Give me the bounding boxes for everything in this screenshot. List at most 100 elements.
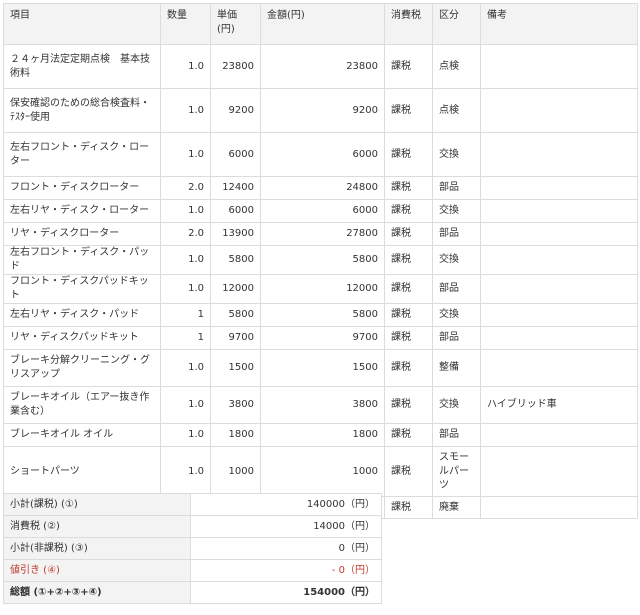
table-row: 左右リヤ・ディスク・ローター 1.0 6000 6000 課税 交換 xyxy=(3,199,638,223)
row-note xyxy=(480,222,638,246)
row-tax-type: 課税 xyxy=(384,423,433,447)
row-unit-price: 9700 xyxy=(210,326,261,350)
summary-value: 140000（円） xyxy=(190,493,382,516)
row-category: 廃棄 xyxy=(432,496,481,519)
row-amount: 9700 xyxy=(260,326,385,350)
row-unit-price: 23800 xyxy=(210,44,261,89)
summary-table: 小計(課税) (①) 140000（円） 消費税 (②) 14000（円） 小計(非課税… xyxy=(3,493,382,604)
row-note xyxy=(480,132,638,177)
row-item-name: ブレーキオイル オイル xyxy=(3,423,161,447)
table-row: リヤ・ディスクパッドキット 1 9700 9700 課税 部品 xyxy=(3,326,638,350)
row-unit-price: 9200 xyxy=(210,88,261,133)
row-unit-price: 1800 xyxy=(210,423,261,447)
row-quantity: 1.0 xyxy=(160,349,211,387)
summary-row: 小計(課税) (①) 140000（円） xyxy=(3,493,382,516)
summary-label: 値引き (④) xyxy=(3,559,191,582)
row-quantity: 1.0 xyxy=(160,44,211,89)
row-unit-price: 6000 xyxy=(210,132,261,177)
row-tax-type: 課税 xyxy=(384,132,433,177)
summary-row: 消費税 (②) 14000（円） xyxy=(3,515,382,538)
row-tax-type: 課税 xyxy=(384,303,433,327)
row-quantity: 1.0 xyxy=(160,88,211,133)
row-amount: 9200 xyxy=(260,88,385,133)
row-category: 交換 xyxy=(432,199,481,223)
row-tax-type: 課税 xyxy=(384,496,433,519)
row-amount: 5800 xyxy=(260,245,385,275)
table-row: ２４ヶ月法定定期点検 基本技術料 1.0 23800 23800 課税 点検 xyxy=(3,44,638,89)
row-tax-type: 課税 xyxy=(384,176,433,200)
row-item-name: ブレーキ分解クリーニング・グリスアップ xyxy=(3,349,161,387)
row-note xyxy=(480,199,638,223)
row-quantity: 1.0 xyxy=(160,274,211,304)
col-header-item: 項目 xyxy=(3,3,161,45)
row-quantity: 1.0 xyxy=(160,132,211,177)
table-row: リヤ・ディスクローター 2.0 13900 27800 課税 部品 xyxy=(3,222,638,246)
row-unit-price: 3800 xyxy=(210,386,261,424)
row-category: 部品 xyxy=(432,222,481,246)
summary-label: 小計(非課税) (③) xyxy=(3,537,191,560)
table-row: ショートパーツ 1.0 1000 1000 課税 スモールパーツ xyxy=(3,446,638,497)
table-row: ブレーキオイル（エアー抜き作業含む） 1.0 3800 3800 課税 交換 ハイブリッド車 xyxy=(3,386,638,424)
col-header-quantity: 数量 xyxy=(160,3,211,45)
row-item-name: 左右フロント・ディスク・ローター xyxy=(3,132,161,177)
row-note xyxy=(480,349,638,387)
row-quantity: 2.0 xyxy=(160,176,211,200)
row-note xyxy=(480,303,638,327)
col-header-category: 区分 xyxy=(432,3,481,45)
col-header-unit-price: 単価 (円) xyxy=(210,3,261,45)
row-note xyxy=(480,423,638,447)
summary-label: 総額 (①+②+③+④) xyxy=(3,581,191,604)
summary-label: 小計(課税) (①) xyxy=(3,493,191,516)
row-note xyxy=(480,496,638,519)
table-row: フロント・ディスクパッドキット 1.0 12000 12000 課税 部品 xyxy=(3,274,638,304)
row-unit-price: 1500 xyxy=(210,349,261,387)
row-tax-type: 課税 xyxy=(384,446,433,497)
row-item-name: ブレーキオイル（エアー抜き作業含む） xyxy=(3,386,161,424)
row-item-name: ２４ヶ月法定定期点検 基本技術料 xyxy=(3,44,161,89)
row-unit-price: 12000 xyxy=(210,274,261,304)
row-tax-type: 課税 xyxy=(384,349,433,387)
summary-row: 値引き (④) - 0（円） xyxy=(3,559,382,582)
table-row: フロント・ディスクローター 2.0 12400 24800 課税 部品 xyxy=(3,176,638,200)
row-amount: 1000 xyxy=(260,446,385,497)
row-note xyxy=(480,326,638,350)
row-tax-type: 課税 xyxy=(384,44,433,89)
row-item-name: 左右リヤ・ディスク・ローター xyxy=(3,199,161,223)
row-category: スモールパーツ xyxy=(432,446,481,497)
row-category: 点検 xyxy=(432,88,481,133)
col-header-tax: 消費税 xyxy=(384,3,433,45)
row-unit-price: 13900 xyxy=(210,222,261,246)
row-amount: 5800 xyxy=(260,303,385,327)
row-item-name: ショートパーツ xyxy=(3,446,161,497)
row-quantity: 1.0 xyxy=(160,446,211,497)
row-unit-price: 5800 xyxy=(210,245,261,275)
row-note xyxy=(480,88,638,133)
row-tax-type: 課税 xyxy=(384,88,433,133)
row-amount: 1800 xyxy=(260,423,385,447)
row-tax-type: 課税 xyxy=(384,386,433,424)
row-amount: 6000 xyxy=(260,199,385,223)
row-category: 交換 xyxy=(432,303,481,327)
row-tax-type: 課税 xyxy=(384,199,433,223)
row-amount: 1500 xyxy=(260,349,385,387)
row-quantity: 2.0 xyxy=(160,222,211,246)
row-item-name: 左右リヤ・ディスク・パッド xyxy=(3,303,161,327)
row-amount: 23800 xyxy=(260,44,385,89)
row-amount: 27800 xyxy=(260,222,385,246)
row-note xyxy=(480,176,638,200)
col-header-amount: 金額(円) xyxy=(260,3,385,45)
row-item-name: 保安確認のための総合検査料・ﾃｽﾀｰ使用 xyxy=(3,88,161,133)
table-row: 左右フロント・ディスク・ローター 1.0 6000 6000 課税 交換 xyxy=(3,132,638,177)
row-quantity: 1.0 xyxy=(160,423,211,447)
row-quantity: 1 xyxy=(160,326,211,350)
row-item-name: リヤ・ディスクローター xyxy=(3,222,161,246)
summary-value: 154000（円） xyxy=(190,581,382,604)
summary-label: 消費税 (②) xyxy=(3,515,191,538)
row-note xyxy=(480,446,638,497)
row-category: 部品 xyxy=(432,326,481,350)
row-unit-price: 1000 xyxy=(210,446,261,497)
row-tax-type: 課税 xyxy=(384,274,433,304)
row-category: 部品 xyxy=(432,423,481,447)
row-category: 整備 xyxy=(432,349,481,387)
table-row: ブレーキオイル オイル 1.0 1800 1800 課税 部品 xyxy=(3,423,638,447)
